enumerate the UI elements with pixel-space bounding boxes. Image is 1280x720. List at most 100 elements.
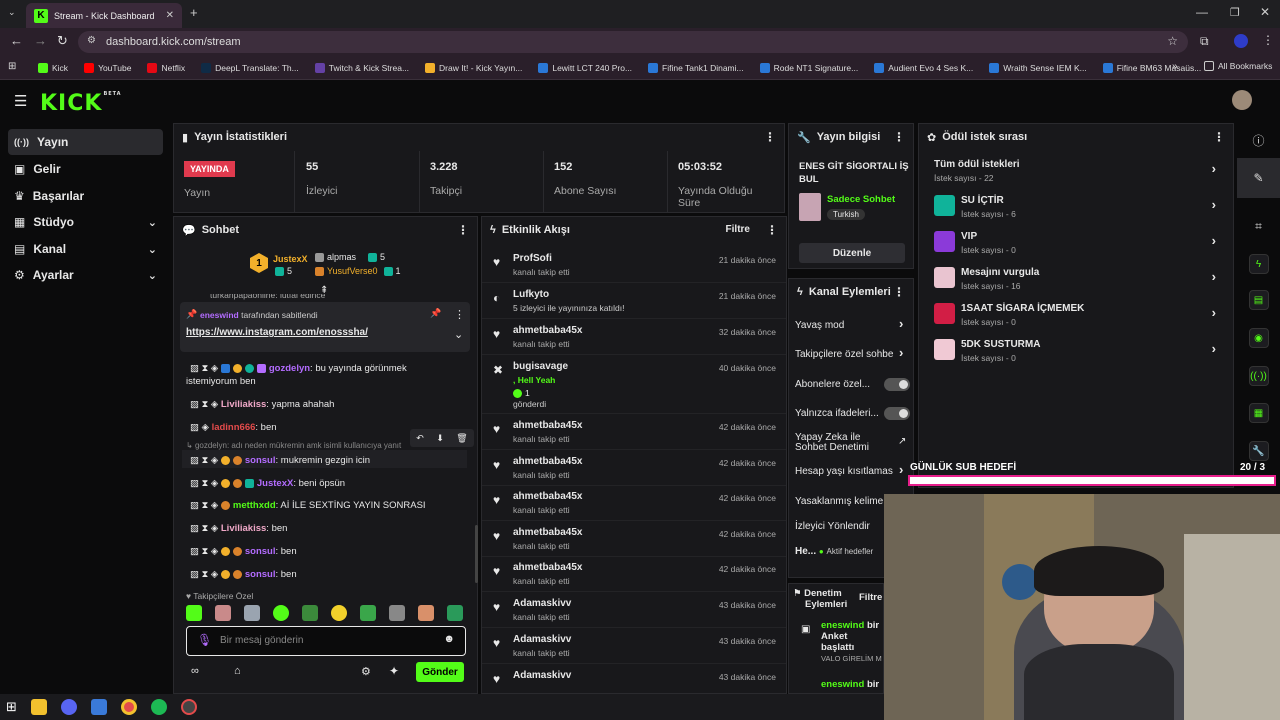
scroll-up-icon[interactable]: ⇞ — [320, 285, 328, 296]
gift-icon[interactable]: ✦ — [389, 664, 399, 678]
reward-item[interactable]: Mesajını vurgula İstek sayısı - 16 › — [934, 265, 1224, 301]
bookmark-item[interactable]: Lewitt LCT 240 Pro... — [530, 62, 640, 73]
url-field[interactable]: ⚙ dashboard.kick.com/stream ☆ — [78, 31, 1188, 53]
sidebar-item-kanal[interactable]: ▤ Kanal ⌄ — [8, 236, 163, 262]
sidebar-item-basarilar[interactable]: ♛ Başarılar — [8, 183, 163, 209]
activity-menu-icon[interactable]: ⋮ — [766, 223, 778, 237]
emote-icon[interactable] — [186, 605, 202, 621]
points-icon[interactable]: ∞ — [191, 665, 199, 677]
chat-menu-icon[interactable]: ⋮ — [457, 223, 469, 237]
bookmark-item[interactable]: Draw It! - Kick Yayın... — [417, 62, 530, 73]
crop-tool[interactable]: ⌗ — [1237, 206, 1280, 246]
spotify-icon[interactable] — [150, 699, 167, 715]
browser-tab[interactable]: K Stream - Kick Dashboard ✕ — [26, 3, 182, 28]
pinned-link[interactable]: https://www.instagram.com/enosssha/ — [186, 327, 368, 338]
chevron-down-icon[interactable]: ⌄ — [454, 328, 463, 341]
reward-item-all[interactable]: Tüm ödül istekleri İstek sayısı - 22 › — [934, 157, 1224, 193]
bookmark-item[interactable]: Twitch & Kick Strea... — [307, 62, 417, 73]
channel-actions-menu-icon[interactable]: ⋮ — [893, 285, 905, 299]
extensions-icon[interactable]: ⧉ — [1200, 34, 1209, 49]
chat-input-box[interactable]: 🎙 Bir mesaj gönderin ☻ — [186, 626, 466, 656]
emote-icon[interactable] — [447, 605, 463, 621]
bookmark-item[interactable]: Fifine BM63 Masaüs... — [1095, 62, 1210, 73]
emotes-only-toggle[interactable] — [884, 407, 910, 420]
browser-menu-icon[interactable]: ⋮ — [1262, 33, 1274, 47]
site-info-icon[interactable]: ⚙ — [87, 35, 96, 46]
edit-button[interactable]: Düzenle — [799, 243, 905, 263]
window-close-icon[interactable]: ✕ — [1260, 5, 1270, 19]
sidebar-item-yayin[interactable]: ((·)) Yayın — [8, 129, 163, 155]
bookmark-item[interactable]: Rode NT1 Signature... — [752, 62, 867, 73]
sidebar-item-studyo[interactable]: ▦ Stüdyo ⌄ — [8, 209, 163, 235]
bookmark-item[interactable]: Audient Evo 4 Ses K... — [866, 62, 981, 73]
ai-moderation-item[interactable]: Yapay Zeka ile Sohbet Denetimi — [795, 433, 869, 453]
apps-grid-icon[interactable]: ⊞ — [8, 61, 16, 72]
quick-action-3[interactable]: ◉ — [1237, 318, 1280, 358]
bookmark-item[interactable]: Kick — [30, 62, 76, 73]
reward-item[interactable]: VIP İstek sayısı - 0 › — [934, 229, 1224, 265]
quick-action-5[interactable]: ▦ — [1237, 393, 1280, 433]
microphone-icon[interactable]: 🎙 — [197, 633, 212, 647]
quick-action-4[interactable]: ((·)) — [1237, 356, 1280, 396]
user-avatar[interactable] — [1232, 90, 1252, 110]
tab-search-icon[interactable]: ⌄ — [8, 7, 16, 18]
emotes-only-item[interactable]: Yalnızca ifadeleri... — [795, 408, 879, 419]
emote-icon[interactable] — [331, 605, 347, 621]
stream-info-menu-icon[interactable]: ⋮ — [893, 130, 905, 144]
emote-icon[interactable] — [244, 605, 260, 621]
reward-item[interactable]: 1SAAT SİGARA İÇMEMEK İstek sayısı - 0 › — [934, 301, 1224, 337]
banned-words-item[interactable]: Yasaklanmış kelime — [795, 496, 887, 507]
hosting-item[interactable]: He... ● Aktif hedefler — [795, 546, 873, 557]
slow-mode-item[interactable]: Yavaş mod — [795, 320, 844, 331]
emote-icon[interactable] — [360, 605, 376, 621]
reward-menu-icon[interactable]: ⋮ — [1213, 130, 1225, 144]
viewer-redirect-item[interactable]: İzleyici Yönlendir — [795, 521, 870, 532]
followers-only-item[interactable]: Takipçilere özel sohbe — [795, 349, 893, 360]
moderation-filter-button[interactable]: Filtre — [859, 592, 882, 603]
sidebar-item-ayarlar[interactable]: ⚙ Ayarlar ⌄ — [8, 262, 163, 288]
back-icon[interactable]: ← — [10, 33, 23, 48]
sidebar-item-gelir[interactable]: ▣ Gelir — [8, 156, 163, 182]
tab-close-icon[interactable]: ✕ — [166, 10, 174, 21]
reload-icon[interactable]: ↻ — [57, 33, 68, 49]
emote-icon[interactable] — [302, 605, 318, 621]
more-bookmarks-icon[interactable]: » — [1172, 61, 1178, 72]
all-bookmarks[interactable]: All Bookmarks — [1196, 61, 1280, 71]
chrome-icon[interactable] — [120, 699, 137, 715]
app-icon[interactable] — [90, 699, 107, 715]
reward-item[interactable]: SU İÇTİR İstek sayısı - 6 › — [934, 193, 1224, 229]
stats-menu-icon[interactable]: ⋮ — [764, 130, 776, 144]
pinned-menu-icon[interactable]: ⋮ — [454, 308, 465, 321]
emote-icon[interactable] — [418, 605, 434, 621]
emote-icon[interactable] — [273, 605, 289, 621]
reward-item[interactable]: 5DK SUSTURMA İstek sayısı - 0 › — [934, 337, 1224, 373]
bookmark-star-icon[interactable]: ☆ — [1167, 34, 1178, 48]
hamburger-menu-icon[interactable]: ☰ — [14, 92, 27, 110]
quick-action-2[interactable]: ▤ — [1237, 280, 1280, 320]
edit-tool[interactable]: ✎ — [1237, 158, 1280, 198]
emote-icon[interactable] — [215, 605, 231, 621]
forward-icon[interactable]: → — [34, 33, 47, 48]
chat-settings-icon[interactable]: ⚙ — [361, 665, 371, 678]
kick-logo[interactable]: KICKBETA — [40, 91, 122, 116]
new-tab-icon[interactable]: + — [190, 5, 198, 20]
windows-start-icon[interactable]: ⊞ — [6, 699, 17, 715]
bookmark-item[interactable]: YouTube — [76, 62, 139, 73]
bookmark-item[interactable]: Wraith Sense IEM K... — [981, 62, 1094, 73]
chat-scrollbar[interactable] — [475, 525, 478, 583]
bookmark-item[interactable]: Fifine Tank1 Dinami... — [640, 62, 752, 73]
activity-filter-button[interactable]: Filtre — [726, 224, 750, 235]
bookmark-item[interactable]: DeepL Translate: Th... — [193, 62, 307, 73]
quick-action-1[interactable]: ϟ — [1237, 244, 1280, 284]
unpin-icon[interactable]: 📌 — [430, 308, 441, 319]
subscribers-only-toggle[interactable] — [884, 378, 910, 391]
bookmark-item[interactable]: Netflix — [139, 62, 193, 73]
discord-icon[interactable] — [60, 699, 77, 715]
send-button[interactable]: Gönder — [416, 662, 464, 682]
account-age-item[interactable]: Hesap yaşı kısıtlamas — [795, 466, 901, 477]
info-tool[interactable]: ⓘ — [1237, 120, 1280, 160]
file-explorer-icon[interactable] — [30, 699, 47, 715]
emote-icon[interactable] — [389, 605, 405, 621]
restore-icon[interactable]: ❐ — [1230, 6, 1240, 19]
store-icon[interactable]: ⌂ — [234, 665, 241, 677]
